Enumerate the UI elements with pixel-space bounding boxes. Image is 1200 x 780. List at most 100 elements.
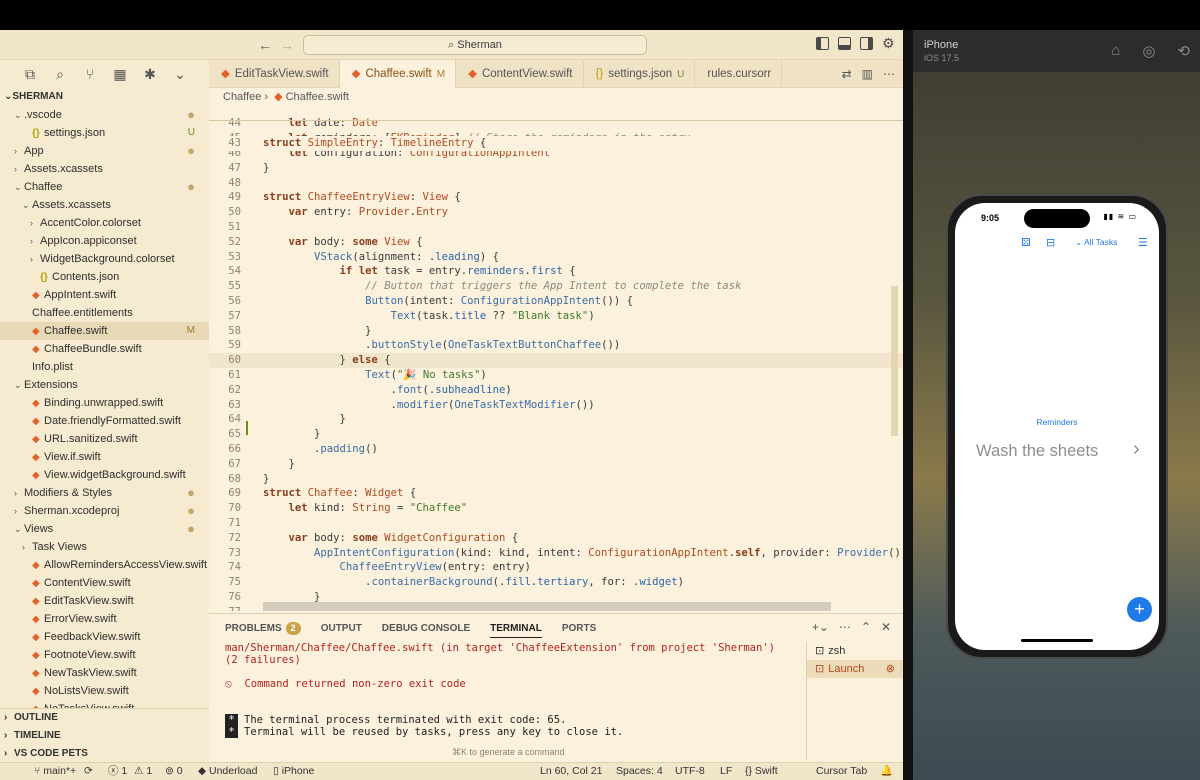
code-line[interactable]: 52 var body: some View { xyxy=(209,235,903,250)
list-icon[interactable]: ☰ xyxy=(1138,236,1148,249)
back-arrow-icon[interactable]: ← xyxy=(258,37,272,53)
editor-tab[interactable]: rules.cursorr xyxy=(695,60,783,88)
add-task-button[interactable]: + xyxy=(1127,597,1152,622)
search-icon[interactable]: ⌕ xyxy=(52,66,68,83)
editor-tab[interactable]: ◆ EditTaskView.swift xyxy=(209,60,340,88)
tree-item[interactable]: ◆ NoListsView.swift xyxy=(0,682,209,700)
sidebar-section[interactable]: › VS CODE PETS xyxy=(0,745,209,763)
tree-item[interactable]: › AccentColor.colorset xyxy=(0,214,209,232)
home-icon[interactable]: ⌂ xyxy=(1111,42,1120,60)
encoding[interactable]: UTF-8 xyxy=(675,763,705,780)
toggle-secondary-sidebar-icon[interactable] xyxy=(860,37,873,50)
panel-tab-debug-console[interactable]: DEBUG CONSOLE xyxy=(382,620,470,638)
panel-tab-ports[interactable]: PORTS xyxy=(562,620,596,638)
new-terminal-icon[interactable]: +⌄ xyxy=(812,620,829,634)
code-line[interactable]: 60 } else { xyxy=(209,353,903,368)
tree-item[interactable]: ◆ EditTaskView.swift xyxy=(0,592,209,610)
tree-item[interactable]: ◆ NewTaskView.swift xyxy=(0,664,209,682)
close-icon[interactable]: ⊗ xyxy=(886,660,895,678)
cursor-position[interactable]: Ln 60, Col 21 xyxy=(540,763,602,780)
tree-item[interactable]: ◆ AllowRemindersAccessView.swift xyxy=(0,556,209,574)
code-line[interactable]: 50 var entry: Provider.Entry xyxy=(209,205,903,220)
code-line[interactable]: 44 let date: Date xyxy=(209,116,903,131)
code-line[interactable]: 67 } xyxy=(209,457,903,472)
explorer-icon[interactable]: ⧉ xyxy=(22,66,38,83)
tree-item[interactable]: › Modifiers & Styles ● xyxy=(0,484,209,502)
compare-icon[interactable]: ⇄ xyxy=(842,67,852,81)
more-icon[interactable]: ⌄ xyxy=(172,66,188,83)
tree-item[interactable]: ◆ Chaffee.swift M xyxy=(0,322,209,340)
line-ending[interactable]: LF xyxy=(720,763,732,780)
all-tasks-menu[interactable]: ⌄ All Tasks xyxy=(1075,237,1117,248)
indentation[interactable]: Spaces: 4 xyxy=(616,763,663,780)
breadcrumb-file[interactable]: Chaffee.swift xyxy=(286,91,349,103)
more-actions-icon[interactable]: ⋯ xyxy=(839,620,851,634)
vertical-scrollbar[interactable] xyxy=(891,286,898,436)
ports-count[interactable]: ⊚ 0 xyxy=(165,763,183,780)
code-line[interactable]: 68} xyxy=(209,472,903,487)
tree-item[interactable]: ◆ ErrorView.swift xyxy=(0,610,209,628)
sidebar-section[interactable]: › TIMELINE xyxy=(0,727,209,745)
command-center-search[interactable]: ⌕ Sherman xyxy=(303,35,647,55)
errors-count[interactable]: ⓧ 1 xyxy=(108,763,127,780)
tree-item[interactable]: ◆ Binding.unwrapped.swift xyxy=(0,394,209,412)
sync-icon[interactable]: ⟳ xyxy=(84,763,93,780)
terminal-instance[interactable]: ⊡ Launch ⊗ xyxy=(807,660,903,678)
code-line[interactable]: 72 var body: some WidgetConfiguration { xyxy=(209,531,903,546)
tree-item[interactable]: {} settings.json U xyxy=(0,124,209,142)
tree-item[interactable]: ◆NoTasksView.swift xyxy=(0,700,209,708)
gear-icon[interactable]: ⚙ xyxy=(882,36,895,50)
run-icon[interactable]: ✱ xyxy=(142,66,158,83)
code-line[interactable]: 62 .font(.subheadline) xyxy=(209,383,903,398)
tree-item[interactable]: ⌄ Extensions xyxy=(0,376,209,394)
tree-item[interactable]: {} Contents.json xyxy=(0,268,209,286)
screenshot-icon[interactable]: ◎ xyxy=(1142,42,1155,60)
tree-item[interactable]: ◆ ContentView.swift xyxy=(0,574,209,592)
tree-item[interactable]: ◆ FootnoteView.swift xyxy=(0,646,209,664)
tree-item[interactable]: › Sherman.xcodeproj ● xyxy=(0,502,209,520)
code-editor[interactable]: 44 let date: Date45 let reminders: [EKRe… xyxy=(209,106,903,611)
bell-icon[interactable]: 🔔 xyxy=(880,763,893,780)
source-control-icon[interactable]: ⑂ xyxy=(82,66,98,82)
code-line[interactable]: 70 let kind: String = "Chaffee" xyxy=(209,501,903,516)
code-line[interactable]: 64 } xyxy=(209,412,903,427)
close-panel-icon[interactable]: ✕ xyxy=(881,620,891,634)
dice-icon[interactable]: ⚄ xyxy=(1021,236,1031,249)
split-editor-icon[interactable]: ▥ xyxy=(862,67,873,81)
terminal-instance[interactable]: ⊡ zsh xyxy=(807,642,903,660)
branch-status[interactable]: ⑂ main*+ xyxy=(34,763,76,780)
tree-item[interactable]: ⌄ Chaffee ● xyxy=(0,178,209,196)
rotate-icon[interactable]: ⟲ xyxy=(1177,42,1190,60)
horizontal-scrollbar[interactable] xyxy=(263,602,831,611)
chevron-right-icon[interactable]: › xyxy=(1133,438,1140,461)
panel-tab-output[interactable]: OUTPUT xyxy=(321,620,362,638)
toggle-sidebar-icon[interactable] xyxy=(816,37,829,50)
tree-item[interactable]: ◆ AppIntent.swift xyxy=(0,286,209,304)
tree-item[interactable]: ⌄ .vscode ● xyxy=(0,106,209,124)
code-line[interactable]: 75 .containerBackground(.fill.tertiary, … xyxy=(209,575,903,590)
home-indicator[interactable] xyxy=(1021,639,1093,642)
panel-tab-terminal[interactable]: TERMINAL xyxy=(490,620,542,638)
tree-item[interactable]: ⌄ Views ● xyxy=(0,520,209,538)
device-status[interactable]: ▯ iPhone xyxy=(273,763,314,780)
tree-item[interactable]: Info.plist xyxy=(0,358,209,376)
code-line[interactable]: 71 xyxy=(209,516,903,531)
tree-item[interactable]: Chaffee.entitlements xyxy=(0,304,209,322)
tree-item[interactable]: › App ● xyxy=(0,142,209,160)
code-line[interactable]: 69 struct Chaffee: Widget { xyxy=(209,486,903,501)
editor-tab[interactable]: {} settings.json U xyxy=(584,60,696,88)
code-line[interactable]: 55 // Button that triggers the App Inten… xyxy=(209,279,903,294)
toggle-panel-icon[interactable] xyxy=(838,37,851,50)
tree-item[interactable]: › Task Views xyxy=(0,538,209,556)
code-line[interactable]: 47} xyxy=(209,161,903,176)
code-line[interactable]: 73 AppIntentConfiguration(kind: kind, in… xyxy=(209,546,903,561)
breadcrumb-folder[interactable]: Chaffee xyxy=(223,91,261,103)
code-line[interactable]: 53 VStack(alignment: .leading) { xyxy=(209,250,903,265)
tree-item[interactable]: ◆ FeedbackView.swift xyxy=(0,628,209,646)
maximize-panel-icon[interactable]: ⌃ xyxy=(861,620,871,634)
code-line[interactable]: 49 struct ChaffeeEntryView: View { xyxy=(209,190,903,205)
tree-item[interactable]: › Assets.xcassets xyxy=(0,160,209,178)
tree-item[interactable]: ◆ ChaffeeBundle.swift xyxy=(0,340,209,358)
tree-item[interactable]: › WidgetBackground.colorset xyxy=(0,250,209,268)
code-line[interactable]: 59 .buttonStyle(OneTaskTextButtonChaffee… xyxy=(209,338,903,353)
